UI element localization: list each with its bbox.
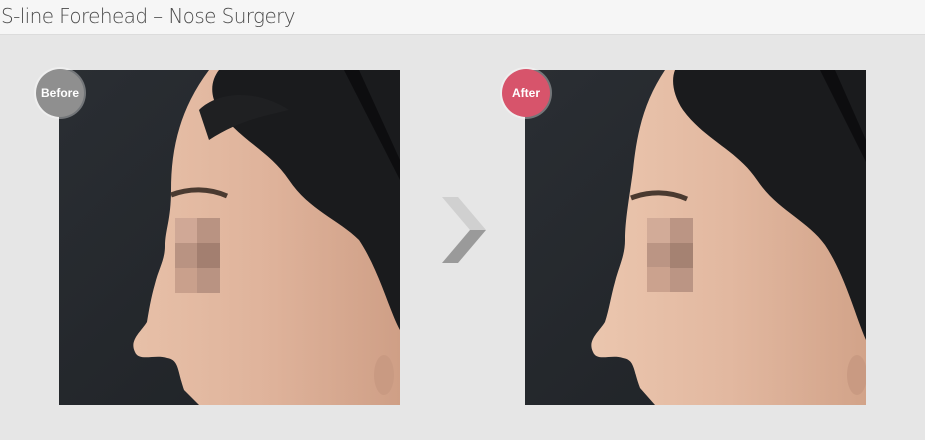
before-badge: Before	[36, 69, 84, 117]
page-title: S-line Forehead – Nose Surgery	[1, 4, 296, 28]
after-badge: After	[502, 69, 550, 117]
chevron-right-icon	[440, 195, 488, 265]
before-photo	[59, 70, 400, 405]
header-bar: S-line Forehead – Nose Surgery	[0, 0, 925, 35]
after-photo	[525, 70, 866, 405]
